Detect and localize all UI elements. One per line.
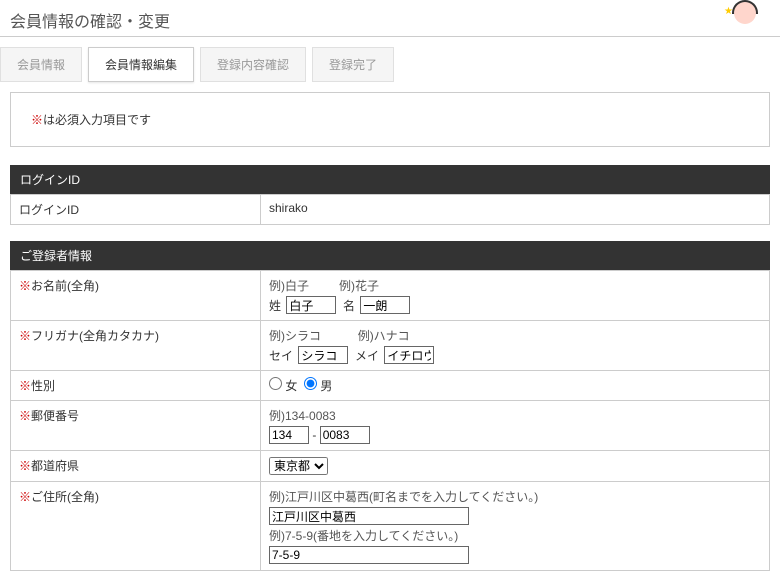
login-id-value: shirako: [261, 195, 770, 225]
required-notice: ※は必須入力項目です: [10, 92, 770, 147]
table-row: ※ご住所(全角) 例)江戸川区中葛西(町名までを入力してください。) 例)7-5…: [11, 482, 770, 571]
gender-female-radio[interactable]: [269, 377, 282, 390]
postal1-input[interactable]: [269, 426, 309, 444]
name-label: お名前(全角): [31, 279, 99, 293]
step-member-edit[interactable]: 会員情報編集: [88, 47, 194, 82]
registrant-table: ※お名前(全角) 例)白子 例)花子 姓 名 ※フリガナ(全角カタカナ) 例)シ…: [10, 270, 770, 571]
page-header: 会員情報の確認・変更 ★: [0, 0, 780, 37]
gender-label: 性別: [31, 379, 55, 393]
login-table: ログインID shirako: [10, 194, 770, 225]
registrant-section-head: ご登録者情報: [10, 241, 770, 270]
required-mark: ※: [19, 379, 31, 393]
postal-dash: -: [312, 428, 316, 442]
address-label: ご住所(全角): [31, 490, 99, 504]
pref-label: 都道府県: [31, 459, 79, 473]
postal2-input[interactable]: [320, 426, 370, 444]
kana-ex-sei: 例)シラコ: [269, 329, 321, 343]
pref-select[interactable]: 東京都: [269, 457, 328, 475]
table-row: ※性別 女 男: [11, 371, 770, 401]
address1-input[interactable]: [269, 507, 469, 525]
kana-label: フリガナ(全角カタカナ): [31, 329, 159, 343]
step-nav: 会員情報 会員情報編集 登録内容確認 登録完了: [0, 37, 780, 92]
postal-label: 郵便番号: [31, 409, 79, 423]
table-row: ※お名前(全角) 例)白子 例)花子 姓 名: [11, 271, 770, 321]
mei-label: 名: [343, 299, 355, 313]
login-id-label: ログインID: [11, 195, 261, 225]
kana-sei-label: セイ: [269, 349, 293, 363]
required-mark: ※: [19, 459, 31, 473]
required-text: は必須入力項目です: [43, 113, 151, 127]
required-mark: ※: [19, 409, 31, 423]
required-mark: ※: [31, 113, 43, 127]
kana-mei-input[interactable]: [384, 346, 434, 364]
kana-mei-label: メイ: [355, 349, 379, 363]
postal-example: 例)134-0083: [269, 409, 336, 423]
step-complete[interactable]: 登録完了: [312, 47, 394, 82]
name-ex-sei: 例)白子: [269, 279, 309, 293]
table-row: ※郵便番号 例)134-0083 -: [11, 401, 770, 451]
required-mark: ※: [19, 279, 31, 293]
address2-input[interactable]: [269, 546, 469, 564]
table-row: ※フリガナ(全角カタカナ) 例)シラコ 例)ハナコ セイ メイ: [11, 321, 770, 371]
mei-input[interactable]: [360, 296, 410, 314]
required-mark: ※: [19, 329, 31, 343]
sei-label: 姓: [269, 299, 281, 313]
table-row: ※都道府県 東京都: [11, 451, 770, 482]
login-section-head: ログインID: [10, 165, 770, 194]
step-member-info[interactable]: 会員情報: [0, 47, 82, 82]
address-ex2: 例)7-5-9(番地を入力してください。): [269, 529, 458, 543]
required-mark: ※: [19, 490, 31, 504]
kana-sei-input[interactable]: [298, 346, 348, 364]
gender-male-label: 男: [320, 379, 332, 393]
kana-ex-mei: 例)ハナコ: [358, 329, 410, 343]
gender-female-label: 女: [285, 379, 297, 393]
mascot-icon: ★: [730, 2, 760, 32]
address-ex1: 例)江戸川区中葛西(町名までを入力してください。): [269, 490, 538, 504]
step-confirm[interactable]: 登録内容確認: [200, 47, 306, 82]
gender-male-radio[interactable]: [304, 377, 317, 390]
name-ex-mei: 例)花子: [339, 279, 379, 293]
sei-input[interactable]: [286, 296, 336, 314]
page-title: 会員情報の確認・変更: [10, 8, 770, 32]
